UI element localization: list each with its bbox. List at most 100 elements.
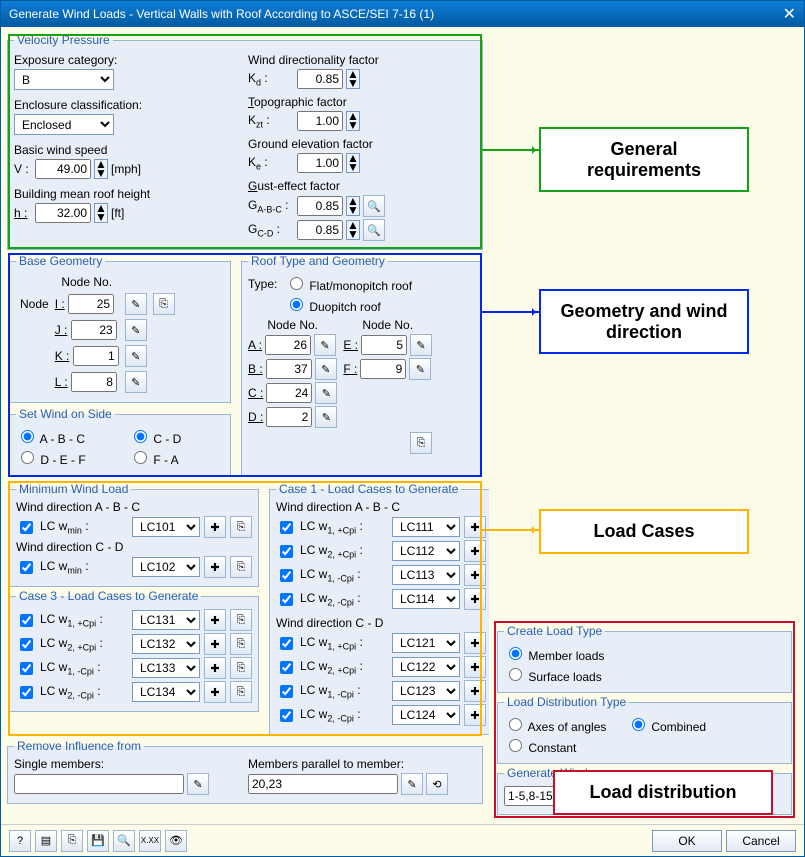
node-f-input[interactable] [360, 359, 406, 379]
lc-check[interactable] [280, 637, 293, 650]
lc-select[interactable]: LC133 [132, 658, 200, 678]
edit-lc-icon[interactable]: ⎘ [230, 633, 252, 655]
radio-axes[interactable]: Axes of angles [504, 715, 624, 734]
lc-check[interactable] [20, 686, 33, 699]
pick-icon[interactable]: ✎ [125, 371, 147, 393]
undo-icon[interactable]: ⟲ [426, 773, 448, 795]
gabc-spinner[interactable]: ▲▼ [346, 196, 360, 216]
save-icon[interactable]: 💾 [87, 830, 109, 852]
minwind1-check[interactable] [20, 521, 33, 534]
xxx-icon[interactable]: X.XX [139, 830, 161, 852]
new-lc-icon[interactable]: ✚ [464, 588, 486, 610]
radio-surface[interactable]: Surface loads [504, 665, 602, 684]
lc-check[interactable] [20, 614, 33, 627]
radio-duo[interactable]: Duopitch roof [285, 295, 381, 314]
edit-lc-icon[interactable]: ⎘ [230, 609, 252, 631]
icon-2[interactable]: ▤ [35, 830, 57, 852]
enclosure-select[interactable]: Enclosed [14, 114, 114, 135]
lc-select[interactable]: LC131 [132, 610, 200, 630]
parallel-input[interactable] [248, 774, 398, 794]
lc-check[interactable] [280, 545, 293, 558]
new-lc-icon[interactable]: ✚ [464, 704, 486, 726]
radio-abc[interactable]: A - B - C [16, 427, 126, 446]
ke-input[interactable] [297, 153, 343, 173]
new-lc-icon[interactable]: ✚ [464, 656, 486, 678]
lc-select[interactable]: LC134 [132, 682, 200, 702]
gcd-input[interactable] [297, 220, 343, 240]
kzt-spinner[interactable]: ▲▼ [346, 111, 360, 131]
new-lc-icon[interactable]: ✚ [204, 609, 226, 631]
lc-select[interactable]: LC111 [392, 517, 460, 537]
pick-icon[interactable]: ✎ [125, 293, 147, 315]
minwind2-select[interactable]: LC102 [132, 557, 200, 577]
ok-button[interactable]: OK [652, 830, 722, 852]
lc-check[interactable] [280, 685, 293, 698]
pick-icon[interactable]: ✎ [314, 334, 336, 356]
kzt-input[interactable] [297, 111, 343, 131]
apply-icon[interactable]: ⎘ [153, 293, 175, 315]
cancel-button[interactable]: Cancel [726, 830, 796, 852]
lc-check[interactable] [20, 662, 33, 675]
node-k-input[interactable] [73, 346, 119, 366]
node-c-input[interactable] [266, 383, 312, 403]
basic-speed-spinner[interactable]: ▲▼ [94, 159, 108, 179]
minwind1-select[interactable]: LC101 [132, 517, 200, 537]
pick-icon[interactable]: ✎ [125, 345, 147, 367]
kd-spinner[interactable]: ▲▼ [346, 69, 360, 89]
lc-select[interactable]: LC112 [392, 541, 460, 561]
lc-check[interactable] [280, 709, 293, 722]
pick-icon[interactable]: ✎ [410, 334, 432, 356]
help-icon[interactable]: ? [9, 830, 31, 852]
lc-check[interactable] [280, 661, 293, 674]
node-a-input[interactable] [265, 335, 311, 355]
gcd-tool-icon[interactable]: 🔍 [363, 219, 385, 241]
pick-icon[interactable]: ✎ [315, 382, 337, 404]
gcd-spinner[interactable]: ▲▼ [346, 220, 360, 240]
edit-lc-icon[interactable]: ⎘ [230, 681, 252, 703]
radio-combined[interactable]: Combined [627, 715, 706, 734]
height-input[interactable] [35, 203, 91, 223]
lc-check[interactable] [20, 638, 33, 651]
new-lc-icon[interactable]: ✚ [204, 657, 226, 679]
lc-select[interactable]: LC121 [392, 633, 460, 653]
edit-lc-icon[interactable]: ⎘ [230, 657, 252, 679]
node-j-input[interactable] [71, 320, 117, 340]
apply-icon[interactable]: ⎘ [410, 432, 432, 454]
lc-check[interactable] [280, 593, 293, 606]
new-lc-icon[interactable]: ✚ [464, 516, 486, 538]
lc-check[interactable] [280, 569, 293, 582]
eye-icon[interactable]: 👁 [165, 830, 187, 852]
height-spinner[interactable]: ▲▼ [94, 203, 108, 223]
new-lc-icon[interactable]: ✚ [464, 632, 486, 654]
node-l-input[interactable] [71, 372, 117, 392]
lc-select[interactable]: LC122 [392, 657, 460, 677]
lc-select[interactable]: LC132 [132, 634, 200, 654]
lc-select[interactable]: LC113 [392, 565, 460, 585]
pick-icon[interactable]: ✎ [315, 406, 337, 428]
gabc-tool-icon[interactable]: 🔍 [363, 195, 385, 217]
pick-icon[interactable]: ✎ [187, 773, 209, 795]
exposure-select[interactable]: B [14, 69, 114, 90]
new-lc-icon[interactable]: ✚ [464, 564, 486, 586]
pick-icon[interactable]: ✎ [125, 319, 147, 341]
lc-select[interactable]: LC114 [392, 589, 460, 609]
node-i-input[interactable] [68, 294, 114, 314]
radio-fa[interactable]: F - A [129, 448, 179, 467]
node-e-input[interactable] [361, 335, 407, 355]
new-lc-icon[interactable]: ✚ [204, 681, 226, 703]
node-b-input[interactable] [266, 359, 312, 379]
pick-icon[interactable]: ✎ [315, 358, 337, 380]
radio-flat[interactable]: Flat/monopitch roof [285, 274, 412, 293]
edit-lc-icon[interactable]: ⎘ [230, 556, 252, 578]
new-lc-icon[interactable]: ✚ [464, 680, 486, 702]
radio-cd[interactable]: C - D [129, 427, 181, 446]
minwind2-check[interactable] [20, 561, 33, 574]
icon-3[interactable]: ⎘ [61, 830, 83, 852]
radio-constant[interactable]: Constant [504, 736, 576, 755]
lc-select[interactable]: LC124 [392, 705, 460, 725]
lc-check[interactable] [280, 521, 293, 534]
basic-speed-input[interactable] [35, 159, 91, 179]
close-icon[interactable]: ✕ [783, 4, 796, 24]
pick-icon[interactable]: ✎ [401, 773, 423, 795]
kd-input[interactable] [297, 69, 343, 89]
